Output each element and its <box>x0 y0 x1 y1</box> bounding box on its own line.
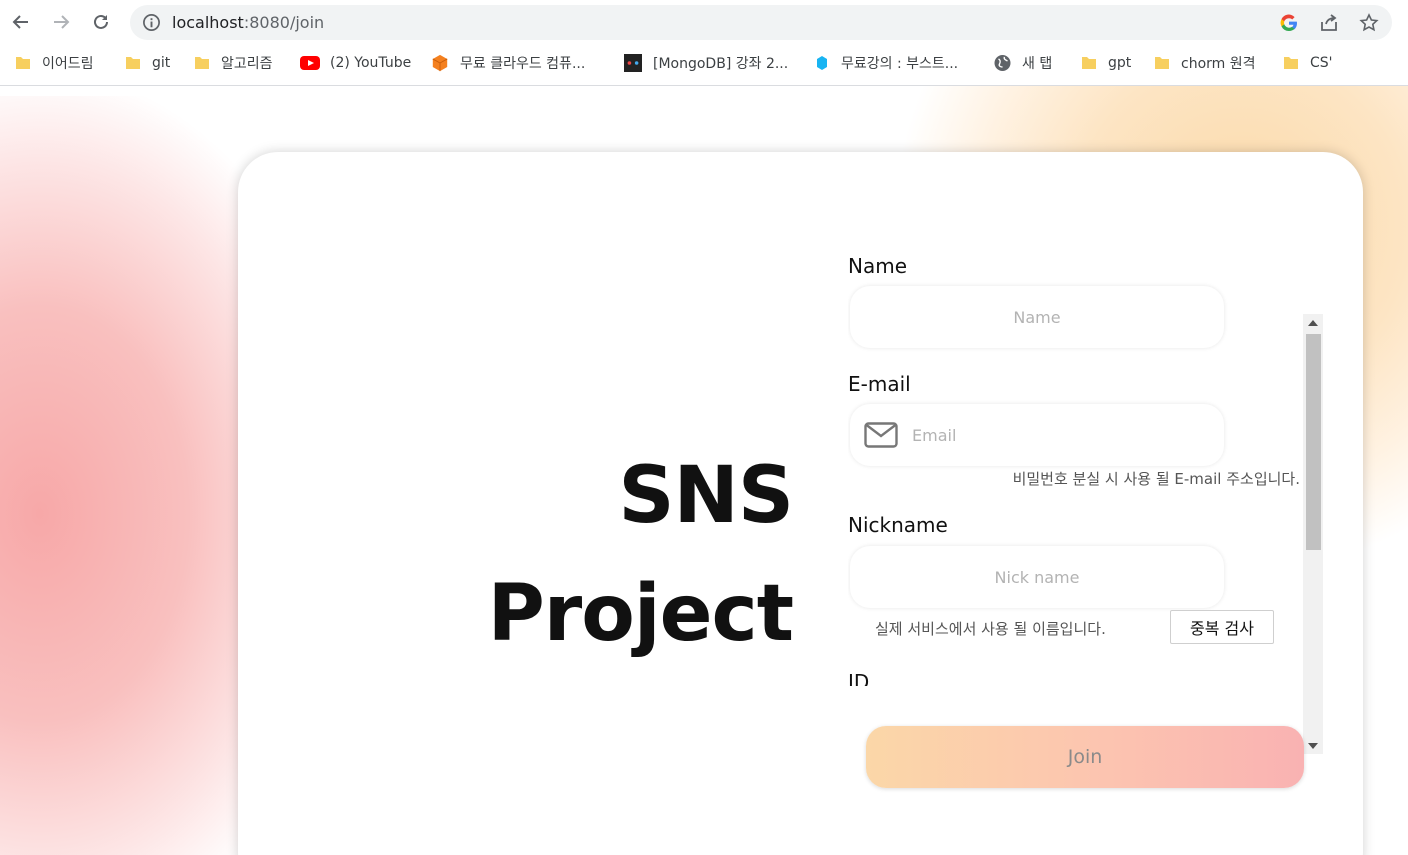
bookmark-new-tab[interactable]: 새 탭 <box>993 50 1052 76</box>
share-icon[interactable] <box>1318 12 1340 34</box>
triangle-up-icon <box>1308 319 1318 326</box>
bookmark-folder[interactable]: CS' <box>1282 50 1333 76</box>
bookmark-youtube[interactable]: (2) YouTube <box>300 50 411 76</box>
email-input[interactable]: Email <box>850 404 1224 466</box>
nickname-hint: 실제 서비스에서 사용 될 이름입니다. <box>875 620 1106 638</box>
arrow-left-icon <box>12 15 28 29</box>
brand-title: SNS Project <box>487 437 794 673</box>
email-label: E-mail <box>848 372 911 396</box>
reload-icon <box>94 14 108 29</box>
forward-button[interactable] <box>45 6 77 38</box>
folder-icon <box>1284 57 1298 69</box>
bookmarks-bar: 이어드림 git 알고리즘 (2) YouTube 무료 클라우드 컴퓨... … <box>0 50 1408 76</box>
scroll-thumb[interactable] <box>1306 334 1321 550</box>
browser-chrome: localhost:8080/join 이어드림 git 알고리즘 (2) Yo… <box>0 0 1408 86</box>
star-icon[interactable] <box>1358 12 1380 34</box>
info-icon[interactable] <box>142 13 161 32</box>
duplicate-check-button[interactable]: 중복 검사 <box>1170 610 1274 644</box>
arrow-right-icon <box>54 15 70 29</box>
brand-line-2: Project <box>487 569 794 659</box>
join-button[interactable]: Join <box>866 726 1304 788</box>
email-hint: 비밀번호 분실 시 사용 될 E-mail 주소입니다. <box>1012 470 1300 488</box>
nickname-label: Nickname <box>848 513 948 537</box>
folder-icon <box>16 57 30 69</box>
join-form: Name Name E-mail Email 비밀번호 분실 시 사용 될 E-… <box>848 246 1324 686</box>
globe-icon <box>994 55 1011 71</box>
site-icon <box>624 54 642 72</box>
folder-icon <box>126 57 140 69</box>
bookmark-folder[interactable]: chorm 원격 <box>1153 50 1256 76</box>
nickname-input[interactable]: Nick name <box>850 546 1224 608</box>
brand-line-1: SNS <box>618 451 794 541</box>
bookmark-cloud[interactable]: 무료 클라우드 컴퓨... <box>430 50 585 76</box>
reload-button[interactable] <box>85 6 117 38</box>
hexagon-icon <box>817 56 827 70</box>
address-bar[interactable]: localhost:8080/join <box>130 5 1392 40</box>
name-input[interactable]: Name <box>850 286 1224 348</box>
bookmark-folder[interactable]: 알고리즘 <box>193 50 273 76</box>
join-card: SNS Project Name Name E-mail Email 비밀번호 … <box>238 152 1363 855</box>
folder-icon <box>1155 57 1169 69</box>
bookmark-boostcourse[interactable]: 무료강의 : 부스트... <box>813 50 958 76</box>
triangle-down-icon <box>1308 742 1318 749</box>
id-label: ID <box>848 670 870 686</box>
folder-icon <box>1082 57 1096 69</box>
email-placeholder: Email <box>912 425 957 445</box>
youtube-icon <box>300 56 320 70</box>
url-text[interactable]: localhost:8080/join <box>172 13 324 32</box>
scroll-up-arrow[interactable] <box>1303 314 1323 331</box>
bookmark-folder[interactable]: git <box>124 50 170 76</box>
bookmark-mongodb[interactable]: [MongoDB] 강좌 2... <box>623 50 788 76</box>
form-scrollbar[interactable] <box>1303 314 1323 754</box>
folder-icon <box>195 57 209 69</box>
bookmark-folder[interactable]: gpt <box>1080 50 1131 76</box>
google-icon[interactable] <box>1278 12 1300 34</box>
join-page: SNS Project Name Name E-mail Email 비밀번호 … <box>0 86 1408 855</box>
scroll-down-arrow[interactable] <box>1303 737 1323 754</box>
bookmark-folder[interactable]: 이어드림 <box>14 50 94 76</box>
name-label: Name <box>848 254 908 278</box>
cube-icon <box>432 54 448 72</box>
back-button[interactable] <box>5 6 37 38</box>
mail-icon <box>864 422 898 448</box>
